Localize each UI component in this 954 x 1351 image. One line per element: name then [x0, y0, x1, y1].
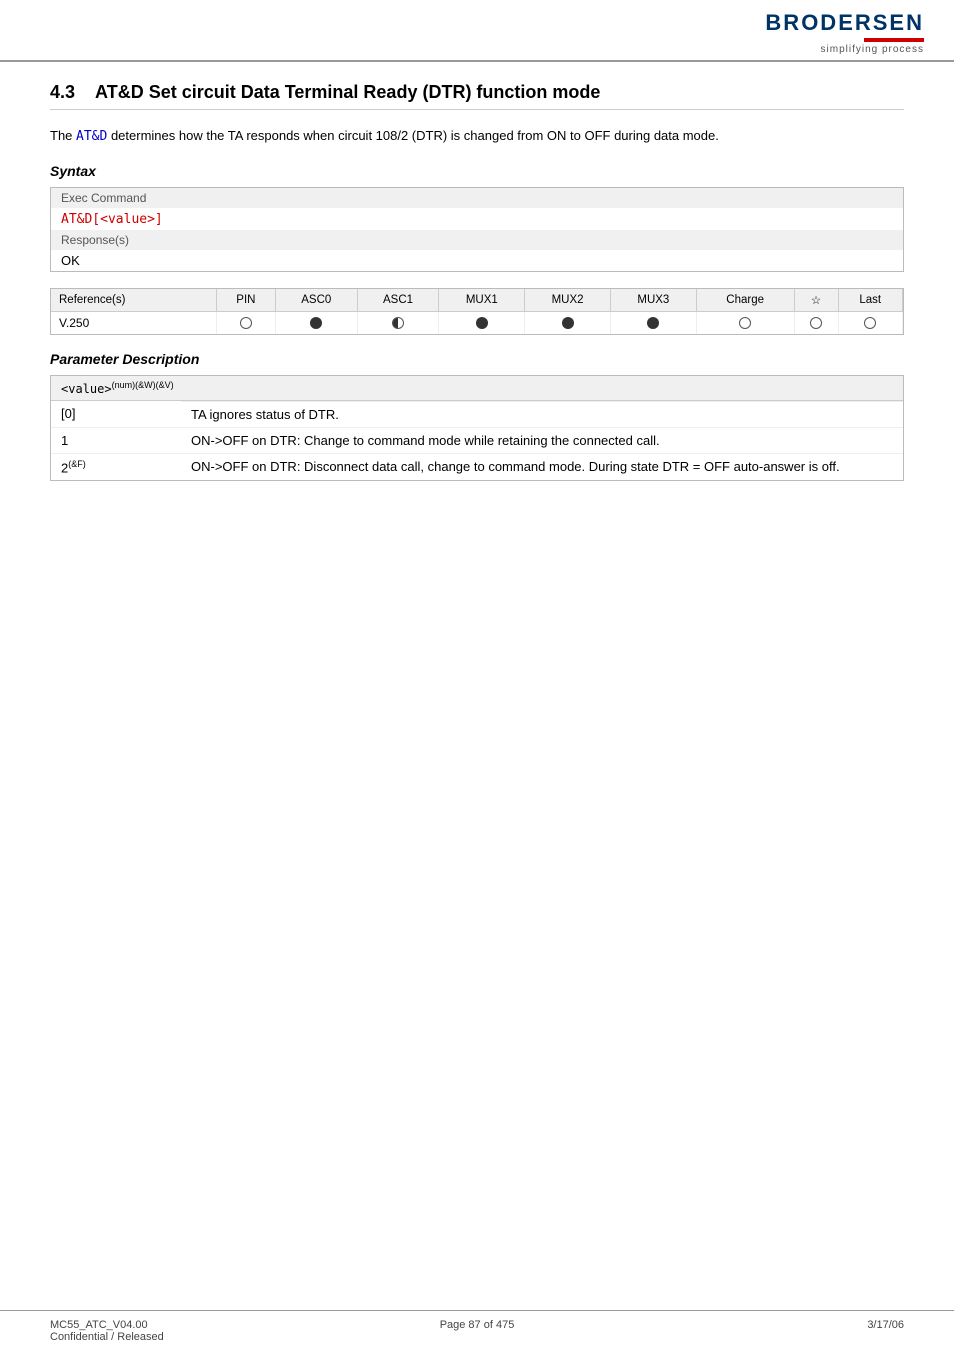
param-key-0: [0] — [51, 401, 181, 427]
section-heading: 4.3 AT&D Set circuit Data Terminal Ready… — [50, 82, 904, 110]
ref-star-v250 — [794, 311, 838, 334]
ref-mux3-v250 — [610, 311, 696, 334]
ref-col-asc1: ASC1 — [357, 289, 439, 312]
reference-table-container: Reference(s) PIN ASC0 ASC1 MUX1 MUX2 MUX… — [50, 288, 904, 335]
exec-command-label: Exec Command — [51, 188, 903, 208]
page-footer: MC55_ATC_V04.00 Confidential / Released … — [0, 1310, 954, 1351]
circle-empty-icon — [240, 317, 252, 329]
param-name: <value> — [61, 382, 112, 396]
ref-col-label: Reference(s) — [51, 289, 216, 312]
ref-col-mux3: MUX3 — [610, 289, 696, 312]
main-content: 4.3 AT&D Set circuit Data Terminal Ready… — [0, 62, 954, 517]
param-desc-title: Parameter Description — [50, 351, 904, 367]
ref-asc1-v250 — [357, 311, 439, 334]
ref-pin-v250 — [216, 311, 275, 334]
table-row: V.250 — [51, 311, 903, 334]
table-row: [0] TA ignores status of DTR. — [51, 401, 903, 427]
ref-charge-v250 — [696, 311, 794, 334]
logo-sub: simplifying process — [821, 44, 924, 55]
ref-last-v250 — [838, 311, 902, 334]
circle-filled-icon — [647, 317, 659, 329]
ref-col-star: ☆ — [794, 289, 838, 312]
circle-filled-icon — [562, 317, 574, 329]
response-label: Response(s) — [51, 230, 903, 250]
param-desc-0: TA ignores status of DTR. — [181, 401, 903, 427]
circle-empty-icon — [810, 317, 822, 329]
page-header: BRODERSEN simplifying process — [0, 0, 954, 62]
ref-mux1-v250 — [439, 311, 525, 334]
ref-col-last: Last — [838, 289, 902, 312]
param-key-2-sup: (&F) — [68, 459, 86, 469]
param-superscript: (num)(&W)(&V) — [112, 380, 174, 390]
logo-text: BRODERSEN — [765, 10, 924, 36]
logo-area: BRODERSEN simplifying process — [765, 10, 924, 55]
reference-table: Reference(s) PIN ASC0 ASC1 MUX1 MUX2 MUX… — [51, 289, 903, 334]
syntax-title: Syntax — [50, 163, 904, 179]
syntax-command: AT&D[<value>] — [51, 208, 903, 230]
table-row: 1 ON->OFF on DTR: Change to command mode… — [51, 427, 903, 453]
param-key-1: 1 — [51, 427, 181, 453]
footer-left: MC55_ATC_V04.00 Confidential / Released — [50, 1319, 335, 1343]
ref-col-mux1: MUX1 — [439, 289, 525, 312]
ref-col-pin: PIN — [216, 289, 275, 312]
circle-empty-icon — [739, 317, 751, 329]
body-text-rest: determines how the TA responds when circ… — [111, 128, 719, 143]
param-values-table: [0] TA ignores status of DTR. 1 ON->OFF … — [51, 401, 903, 480]
ref-name-v250: V.250 — [51, 311, 216, 334]
section-number: 4.3 — [50, 82, 75, 103]
param-table-container: <value>(num)(&W)(&V) [0] TA ignores stat… — [50, 375, 904, 481]
body-text: The AT&D determines how the TA responds … — [50, 126, 904, 147]
circle-empty-icon — [864, 317, 876, 329]
ref-col-mux2: MUX2 — [525, 289, 611, 312]
syntax-container: Exec Command AT&D[<value>] Response(s) O… — [50, 187, 904, 272]
footer-date: 3/17/06 — [619, 1319, 904, 1343]
circle-half-icon — [392, 317, 404, 329]
table-row: 2(&F) ON->OFF on DTR: Disconnect data ca… — [51, 453, 903, 480]
param-desc-1: ON->OFF on DTR: Change to command mode w… — [181, 427, 903, 453]
footer-doc-id: MC55_ATC_V04.00 — [50, 1319, 335, 1331]
reference-table-header-row: Reference(s) PIN ASC0 ASC1 MUX1 MUX2 MUX… — [51, 289, 903, 312]
ref-mux2-v250 — [525, 311, 611, 334]
ref-col-charge: Charge — [696, 289, 794, 312]
logo-bar — [864, 38, 924, 42]
syntax-response: OK — [51, 250, 903, 271]
footer-confidential: Confidential / Released — [50, 1331, 335, 1343]
ref-asc0-v250 — [275, 311, 357, 334]
circle-filled-icon — [310, 317, 322, 329]
param-key-2: 2(&F) — [51, 453, 181, 480]
footer-page: Page 87 of 475 — [335, 1319, 620, 1343]
circle-filled-icon — [476, 317, 488, 329]
command-text: AT&D[<value>] — [61, 212, 163, 227]
param-header-row: <value>(num)(&W)(&V) — [51, 376, 903, 401]
section-title: AT&D Set circuit Data Terminal Ready (DT… — [95, 82, 600, 103]
ref-col-asc0: ASC0 — [275, 289, 357, 312]
param-desc-2: ON->OFF on DTR: Disconnect data call, ch… — [181, 453, 903, 480]
inline-code-atd: AT&D — [76, 129, 107, 144]
